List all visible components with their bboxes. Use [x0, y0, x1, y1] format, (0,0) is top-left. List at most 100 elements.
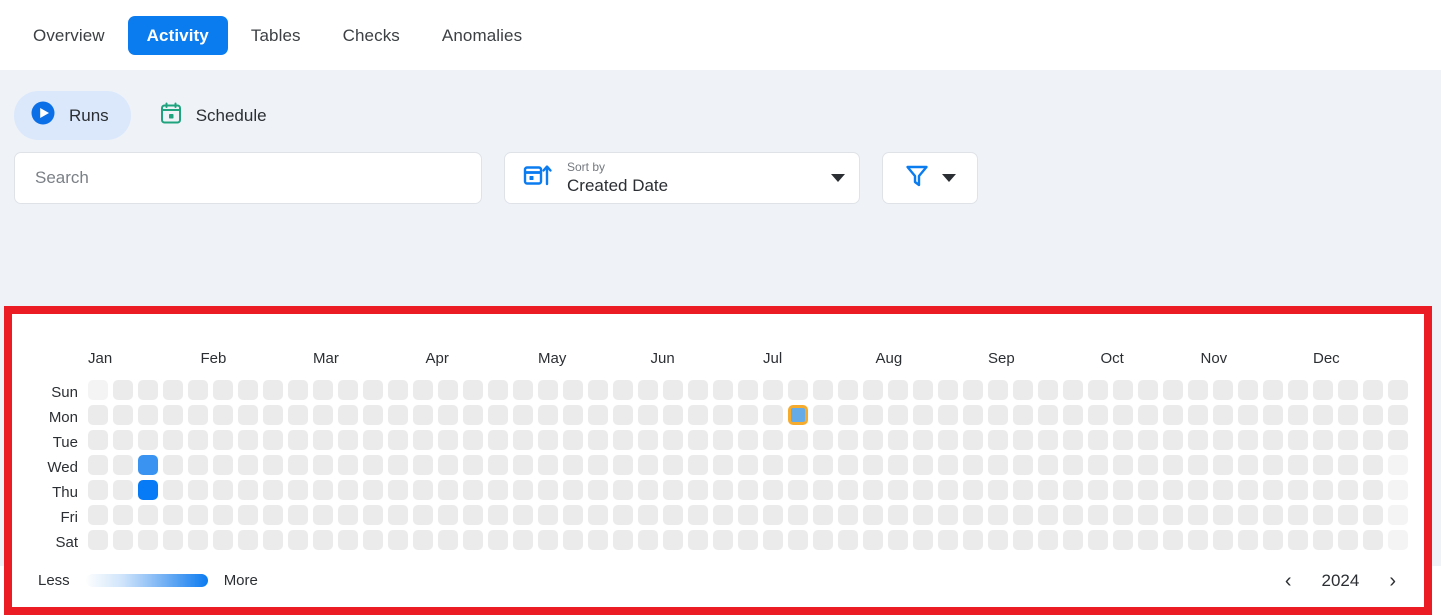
heatmap-cell[interactable] — [1163, 530, 1183, 550]
heatmap-cell[interactable] — [388, 430, 408, 450]
heatmap-cell[interactable] — [1163, 505, 1183, 525]
heatmap-cell[interactable] — [1113, 380, 1133, 400]
heatmap-cell[interactable] — [763, 430, 783, 450]
heatmap-cell[interactable] — [613, 455, 633, 475]
heatmap-cell[interactable] — [713, 405, 733, 425]
heatmap-cell[interactable] — [788, 505, 808, 525]
heatmap-cell[interactable] — [488, 480, 508, 500]
heatmap-cell[interactable] — [888, 480, 908, 500]
heatmap-cell[interactable] — [1013, 480, 1033, 500]
heatmap-cell[interactable] — [913, 405, 933, 425]
heatmap-cell[interactable] — [288, 405, 308, 425]
heatmap-cell[interactable] — [538, 530, 558, 550]
heatmap-cell[interactable] — [1313, 530, 1333, 550]
heatmap-cell[interactable] — [488, 505, 508, 525]
filter-chevron-down-icon[interactable] — [942, 174, 956, 182]
heatmap-cell[interactable] — [663, 455, 683, 475]
heatmap-cell[interactable] — [738, 505, 758, 525]
heatmap-cell[interactable] — [238, 530, 258, 550]
heatmap-cell[interactable] — [588, 505, 608, 525]
heatmap-cell[interactable] — [913, 430, 933, 450]
heatmap-cell[interactable] — [688, 405, 708, 425]
heatmap-cell[interactable] — [1388, 430, 1408, 450]
heatmap-cell[interactable] — [1188, 480, 1208, 500]
heatmap-cell[interactable] — [513, 380, 533, 400]
heatmap-cell[interactable] — [488, 405, 508, 425]
heatmap-cell[interactable] — [1113, 455, 1133, 475]
heatmap-cell[interactable] — [838, 455, 858, 475]
heatmap-cell[interactable] — [1138, 430, 1158, 450]
heatmap-cell[interactable] — [288, 480, 308, 500]
heatmap-cell[interactable] — [1063, 405, 1083, 425]
heatmap-cell[interactable] — [1013, 530, 1033, 550]
heatmap-cell[interactable] — [1388, 380, 1408, 400]
heatmap-cell[interactable] — [288, 380, 308, 400]
heatmap-cell[interactable] — [1363, 505, 1383, 525]
heatmap-cell[interactable] — [763, 455, 783, 475]
heatmap-cell[interactable] — [938, 455, 958, 475]
heatmap-cell[interactable] — [788, 455, 808, 475]
heatmap-cell[interactable] — [1338, 480, 1358, 500]
heatmap-cell[interactable] — [1213, 505, 1233, 525]
heatmap-cell[interactable] — [888, 530, 908, 550]
heatmap-cell[interactable] — [963, 505, 983, 525]
heatmap-cell[interactable] — [613, 380, 633, 400]
heatmap-cell[interactable] — [888, 455, 908, 475]
heatmap-cell[interactable] — [288, 455, 308, 475]
heatmap-cell[interactable] — [188, 405, 208, 425]
heatmap-cell[interactable] — [88, 530, 108, 550]
tab-overview[interactable]: Overview — [14, 16, 124, 55]
heatmap-cell[interactable] — [963, 530, 983, 550]
heatmap-cell[interactable] — [188, 530, 208, 550]
heatmap-cell[interactable] — [888, 380, 908, 400]
heatmap-cell[interactable] — [1388, 505, 1408, 525]
heatmap-cell[interactable] — [1138, 380, 1158, 400]
heatmap-cell[interactable] — [1338, 430, 1358, 450]
heatmap-cell[interactable] — [188, 380, 208, 400]
heatmap-cell[interactable] — [738, 480, 758, 500]
heatmap-cell[interactable] — [138, 380, 158, 400]
heatmap-cell[interactable] — [438, 480, 458, 500]
heatmap-cell[interactable] — [138, 480, 158, 500]
heatmap-cell[interactable] — [788, 405, 808, 425]
heatmap-cell[interactable] — [563, 430, 583, 450]
heatmap-cell[interactable] — [613, 405, 633, 425]
heatmap-cell[interactable] — [1088, 380, 1108, 400]
heatmap-cell[interactable] — [538, 380, 558, 400]
heatmap-cell[interactable] — [588, 380, 608, 400]
heatmap-cell[interactable] — [213, 530, 233, 550]
heatmap-cell[interactable] — [963, 380, 983, 400]
heatmap-cell[interactable] — [238, 505, 258, 525]
heatmap-cell[interactable] — [113, 480, 133, 500]
heatmap-cell[interactable] — [838, 505, 858, 525]
heatmap-cell[interactable] — [163, 430, 183, 450]
heatmap-cell[interactable] — [1038, 380, 1058, 400]
heatmap-cell[interactable] — [288, 505, 308, 525]
heatmap-cell[interactable] — [788, 430, 808, 450]
heatmap-cell[interactable] — [988, 380, 1008, 400]
heatmap-cell[interactable] — [688, 505, 708, 525]
heatmap-cell[interactable] — [713, 430, 733, 450]
heatmap-cell[interactable] — [1238, 455, 1258, 475]
heatmap-cell[interactable] — [213, 480, 233, 500]
heatmap-cell[interactable] — [963, 405, 983, 425]
heatmap-cell[interactable] — [1238, 505, 1258, 525]
heatmap-cell[interactable] — [938, 405, 958, 425]
filter-button[interactable] — [882, 152, 978, 204]
heatmap-cell[interactable] — [988, 480, 1008, 500]
heatmap-cell[interactable] — [763, 405, 783, 425]
heatmap-cell[interactable] — [1163, 380, 1183, 400]
heatmap-cell[interactable] — [1188, 405, 1208, 425]
heatmap-cell[interactable] — [1338, 405, 1358, 425]
heatmap-cell[interactable] — [113, 430, 133, 450]
heatmap-cell[interactable] — [863, 430, 883, 450]
heatmap-cell[interactable] — [313, 530, 333, 550]
heatmap-cell[interactable] — [88, 430, 108, 450]
heatmap-cell[interactable] — [863, 455, 883, 475]
heatmap-cell[interactable] — [413, 530, 433, 550]
heatmap-cell[interactable] — [638, 455, 658, 475]
heatmap-cell[interactable] — [388, 480, 408, 500]
heatmap-cell[interactable] — [1388, 455, 1408, 475]
heatmap-cell[interactable] — [1238, 430, 1258, 450]
heatmap-cell[interactable] — [163, 530, 183, 550]
